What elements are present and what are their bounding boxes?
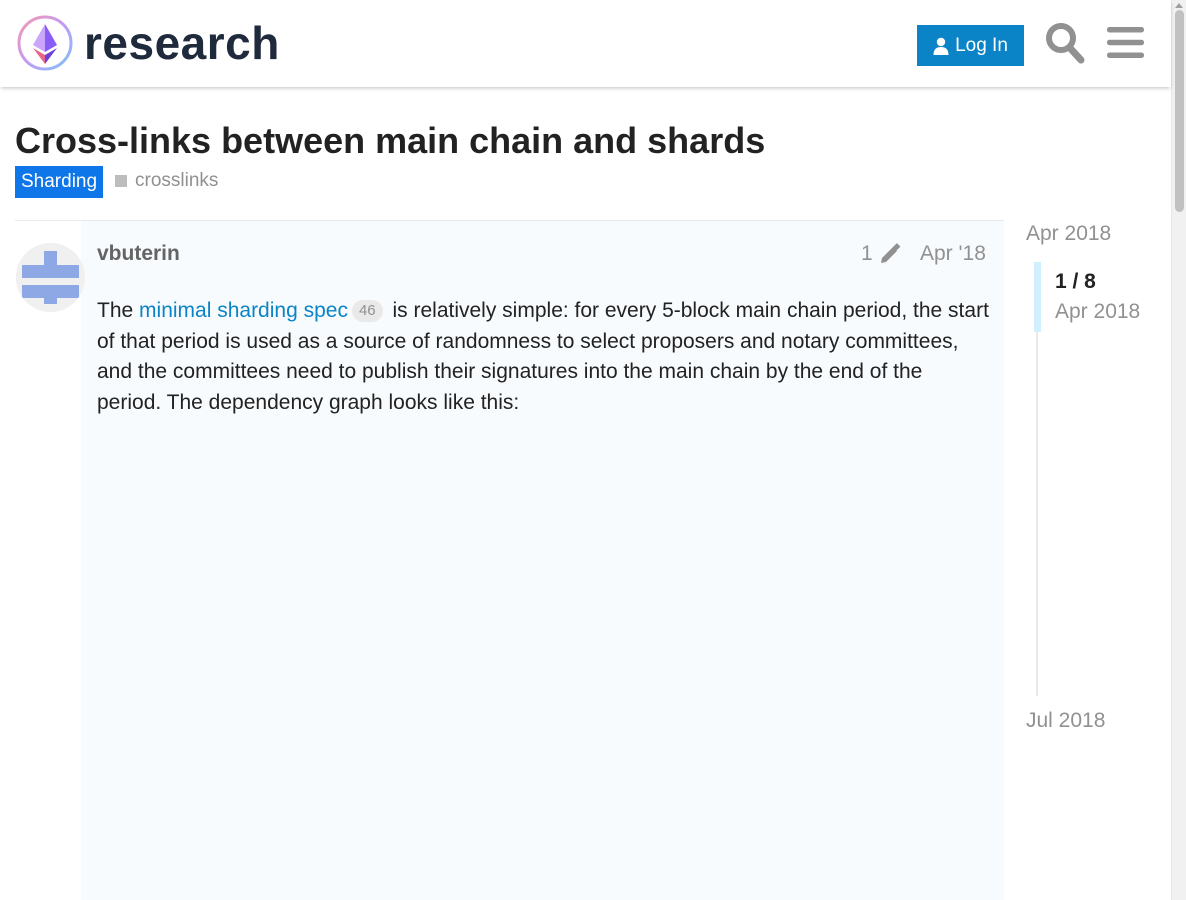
site-name: research xyxy=(84,17,280,69)
scrollbar-thumb[interactable] xyxy=(1175,10,1184,212)
minimal-sharding-spec-link[interactable]: minimal sharding spec xyxy=(139,299,348,322)
tag-square-icon xyxy=(115,175,127,187)
post-date[interactable]: Apr '18 xyxy=(920,242,986,266)
category-badge[interactable]: Sharding xyxy=(15,166,104,198)
timeline-position-date: Apr 2018 xyxy=(1055,300,1141,323)
timeline-start-date[interactable]: Apr 2018 xyxy=(1026,222,1111,246)
tag-label: crosslinks xyxy=(135,170,219,191)
login-button[interactable]: Log In xyxy=(917,25,1024,66)
link-click-count-badge: 46 xyxy=(351,300,383,322)
user-avatar-icon xyxy=(16,243,85,312)
scroll-up-arrow-icon[interactable] xyxy=(1175,3,1183,8)
topic-title[interactable]: Cross-links between main chain and shard… xyxy=(15,120,765,162)
site-logo[interactable]: research xyxy=(16,14,280,72)
tag-crosslinks[interactable]: crosslinks xyxy=(115,170,218,192)
timeline-end-date[interactable]: Jul 2018 xyxy=(1026,709,1105,733)
hamburger-menu-icon[interactable] xyxy=(1107,26,1144,59)
edit-history-button[interactable]: 1 xyxy=(861,242,901,266)
timeline-position: 1 / 8 xyxy=(1055,270,1096,293)
edit-count-value: 1 xyxy=(861,242,873,265)
post-username[interactable]: vbuterin xyxy=(97,242,180,266)
site-header: research Log In xyxy=(0,0,1171,87)
pencil-icon xyxy=(880,243,901,263)
timeline-scroll-handle[interactable] xyxy=(1034,262,1041,332)
ethereum-research-logo-icon xyxy=(17,15,73,71)
search-icon[interactable] xyxy=(1045,22,1085,64)
login-label: Log In xyxy=(955,34,1008,56)
post-content: The minimal sharding spec 46 is relativel… xyxy=(97,296,992,418)
avatar[interactable] xyxy=(16,243,85,312)
post-text-intro: The xyxy=(97,299,140,322)
user-icon xyxy=(933,37,949,55)
page-scrollbar[interactable] xyxy=(1171,0,1186,900)
